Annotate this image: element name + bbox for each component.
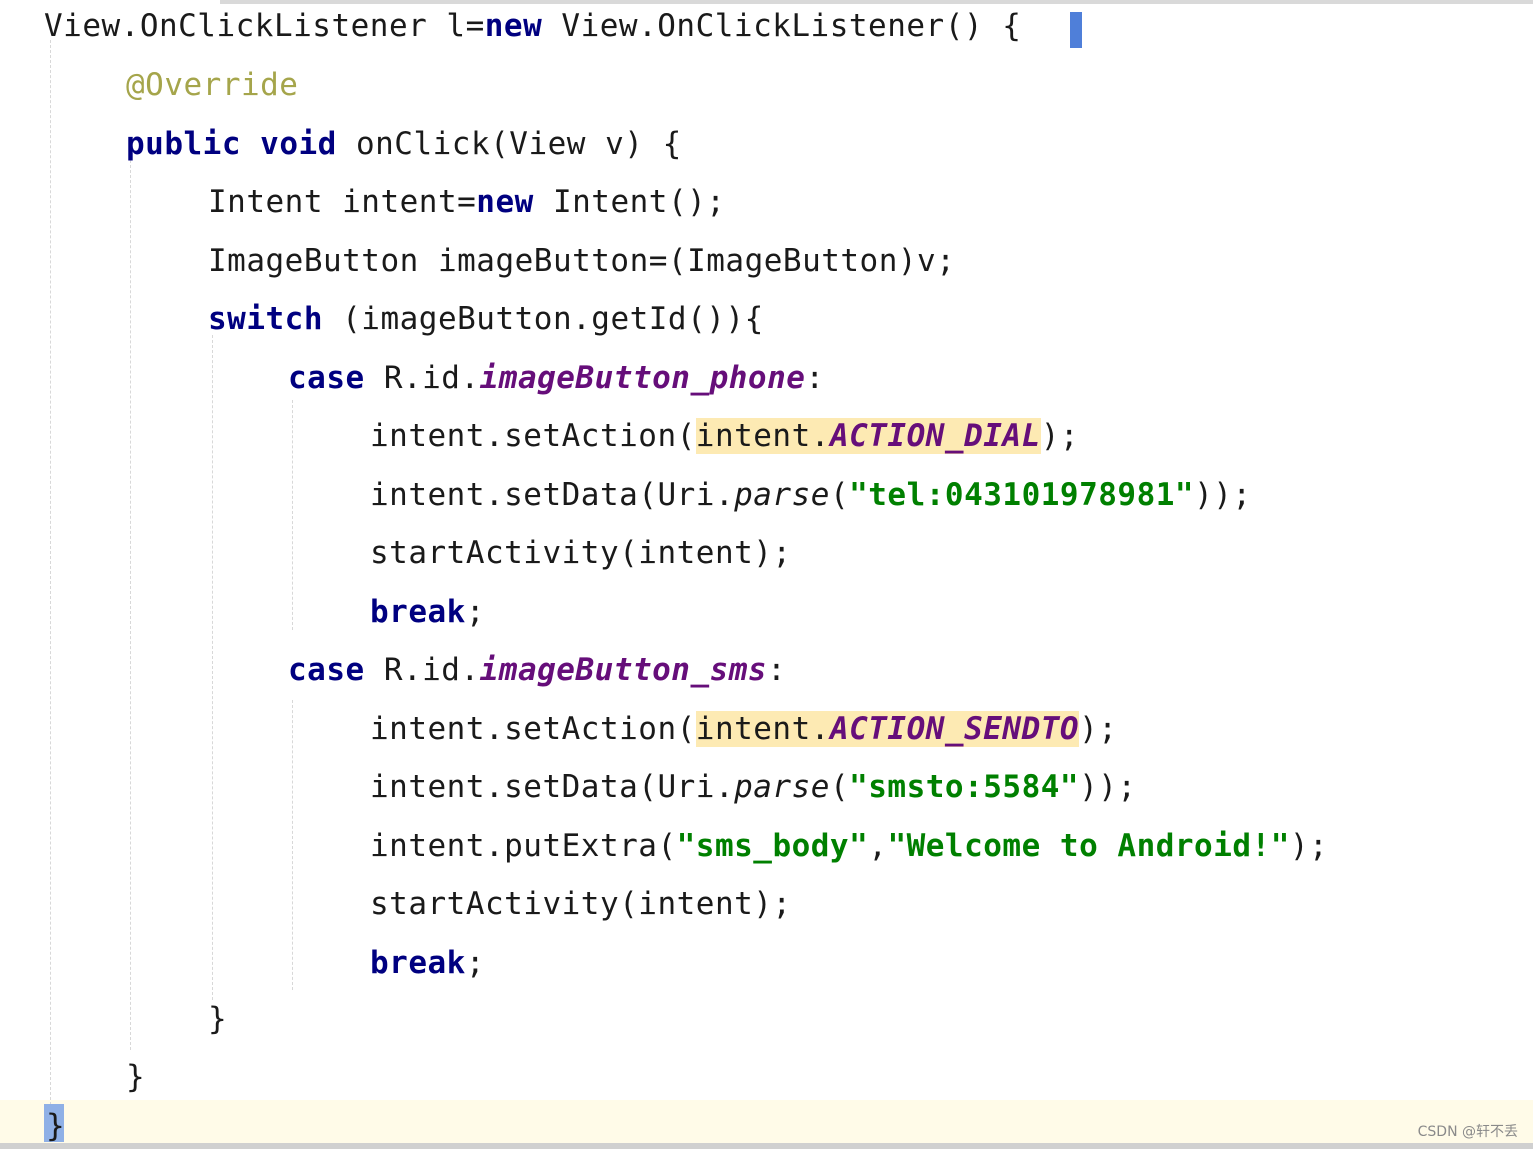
keyword: case [288,652,365,688]
code-text: intent.setAction( [370,711,696,747]
code-text: (imageButton.getId()){ [322,301,764,337]
code-text: intent.putExtra( [370,828,677,864]
code-text: View.OnClickListener l= [44,8,485,44]
code-text: startActivity(intent); [370,886,792,922]
code-text: , [868,828,888,864]
field-ref: imageButton_sms [479,652,768,688]
code-text: ( [829,769,850,805]
code-line-17[interactable]: break; [370,943,485,983]
indent-guide [50,40,52,1105]
code-line-12[interactable]: case R.id.imageButton_sms: [288,650,786,690]
code-line-15[interactable]: intent.putExtra("sms_body","Welcome to A… [370,826,1328,866]
code-line-14[interactable]: intent.setData(Uri.parse("smsto:5584")); [370,767,1137,807]
highlight-span: intent.ACTION_DIAL [695,418,1041,454]
code-line-2[interactable]: @Override [126,65,298,105]
string-literal: "sms_body" [676,828,869,864]
code-text: ; [465,945,485,981]
code-text: intent. [695,711,830,747]
code-line-7[interactable]: case R.id.imageButton_phone: [288,358,825,398]
text-cursor [1070,12,1082,48]
code-line-13[interactable]: intent.setAction(intent.ACTION_SENDTO); [370,709,1117,749]
code-text: } [208,1001,228,1037]
code-text: ; [465,594,485,630]
annotation: @Override [126,67,299,103]
field-ref: ACTION_DIAL [829,418,1041,454]
code-text: ); [1040,418,1080,454]
code-text: )); [1079,769,1137,805]
code-line-20[interactable]: } [46,1106,65,1146]
static-method: parse [734,769,830,805]
code-line-8[interactable]: intent.setAction(intent.ACTION_DIAL); [370,416,1079,456]
field-ref: ACTION_SENDTO [829,711,1080,747]
indent-guide [130,160,132,1050]
code-text: intent.setAction( [370,418,696,454]
code-text: intent.setData(Uri. [370,769,735,805]
code-line-3[interactable]: public void onClick(View v) { [126,124,682,164]
keyword: new [476,184,534,220]
indent-guide [212,335,214,1000]
code-text: startActivity(intent); [370,535,792,571]
keyword: break [370,594,466,630]
indent-guide [292,700,294,990]
code-line-11[interactable]: break; [370,592,485,632]
code-text: : [767,652,787,688]
code-text: intent.setData(Uri. [370,477,735,513]
code-line-19[interactable]: } [126,1057,145,1097]
code-text: R.id. [364,360,480,396]
code-line-16[interactable]: startActivity(intent); [370,884,792,924]
current-line-highlight [0,1100,1533,1143]
code-text: )); [1194,477,1252,513]
keyword: new [484,8,543,44]
code-text: Intent(); [533,184,726,220]
code-text: } [46,1108,66,1144]
code-text: View.OnClickListener() { [542,8,1022,44]
indent-guide [292,400,294,630]
code-text: ); [1289,828,1329,864]
static-method: parse [734,477,830,513]
code-text: intent. [695,418,830,454]
code-line-5[interactable]: ImageButton imageButton=(ImageButton)v; [208,241,955,281]
code-line-1[interactable]: View.OnClickListener l=new View.OnClickL… [44,6,1021,46]
code-text: } [126,1059,146,1095]
editor-bottom-border [0,1143,1533,1149]
code-text: ( [829,477,850,513]
code-line-6[interactable]: switch (imageButton.getId()){ [208,299,764,339]
keyword: public [126,126,241,162]
field-ref: imageButton_phone [479,360,806,396]
code-text: onClick(View v) { [336,126,682,162]
code-text: Intent intent= [208,184,477,220]
watermark: CSDN @轩不丢 [1417,1124,1518,1140]
keyword: break [370,945,466,981]
string-literal: "Welcome to Android!" [887,828,1290,864]
code-text: : [805,360,825,396]
code-line-10[interactable]: startActivity(intent); [370,533,792,573]
code-line-18[interactable]: } [208,999,227,1039]
code-line-9[interactable]: intent.setData(Uri.parse("tel:0431019789… [370,475,1252,515]
code-line-4[interactable]: Intent intent=new Intent(); [208,182,725,222]
code-text: ImageButton imageButton=(ImageButton)v; [208,243,956,279]
code-text: R.id. [364,652,480,688]
string-literal: "tel:043101978981" [849,477,1195,513]
string-literal: "smsto:5584" [849,769,1080,805]
keyword: switch [208,301,323,337]
code-editor[interactable]: View.OnClickListener l=new View.OnClickL… [0,0,1533,1149]
code-text: ); [1079,711,1118,747]
highlight-span: intent.ACTION_SENDTO [695,711,1080,747]
editor-top-border [220,0,1533,4]
keyword: case [288,360,365,396]
keyword: void [260,126,337,162]
